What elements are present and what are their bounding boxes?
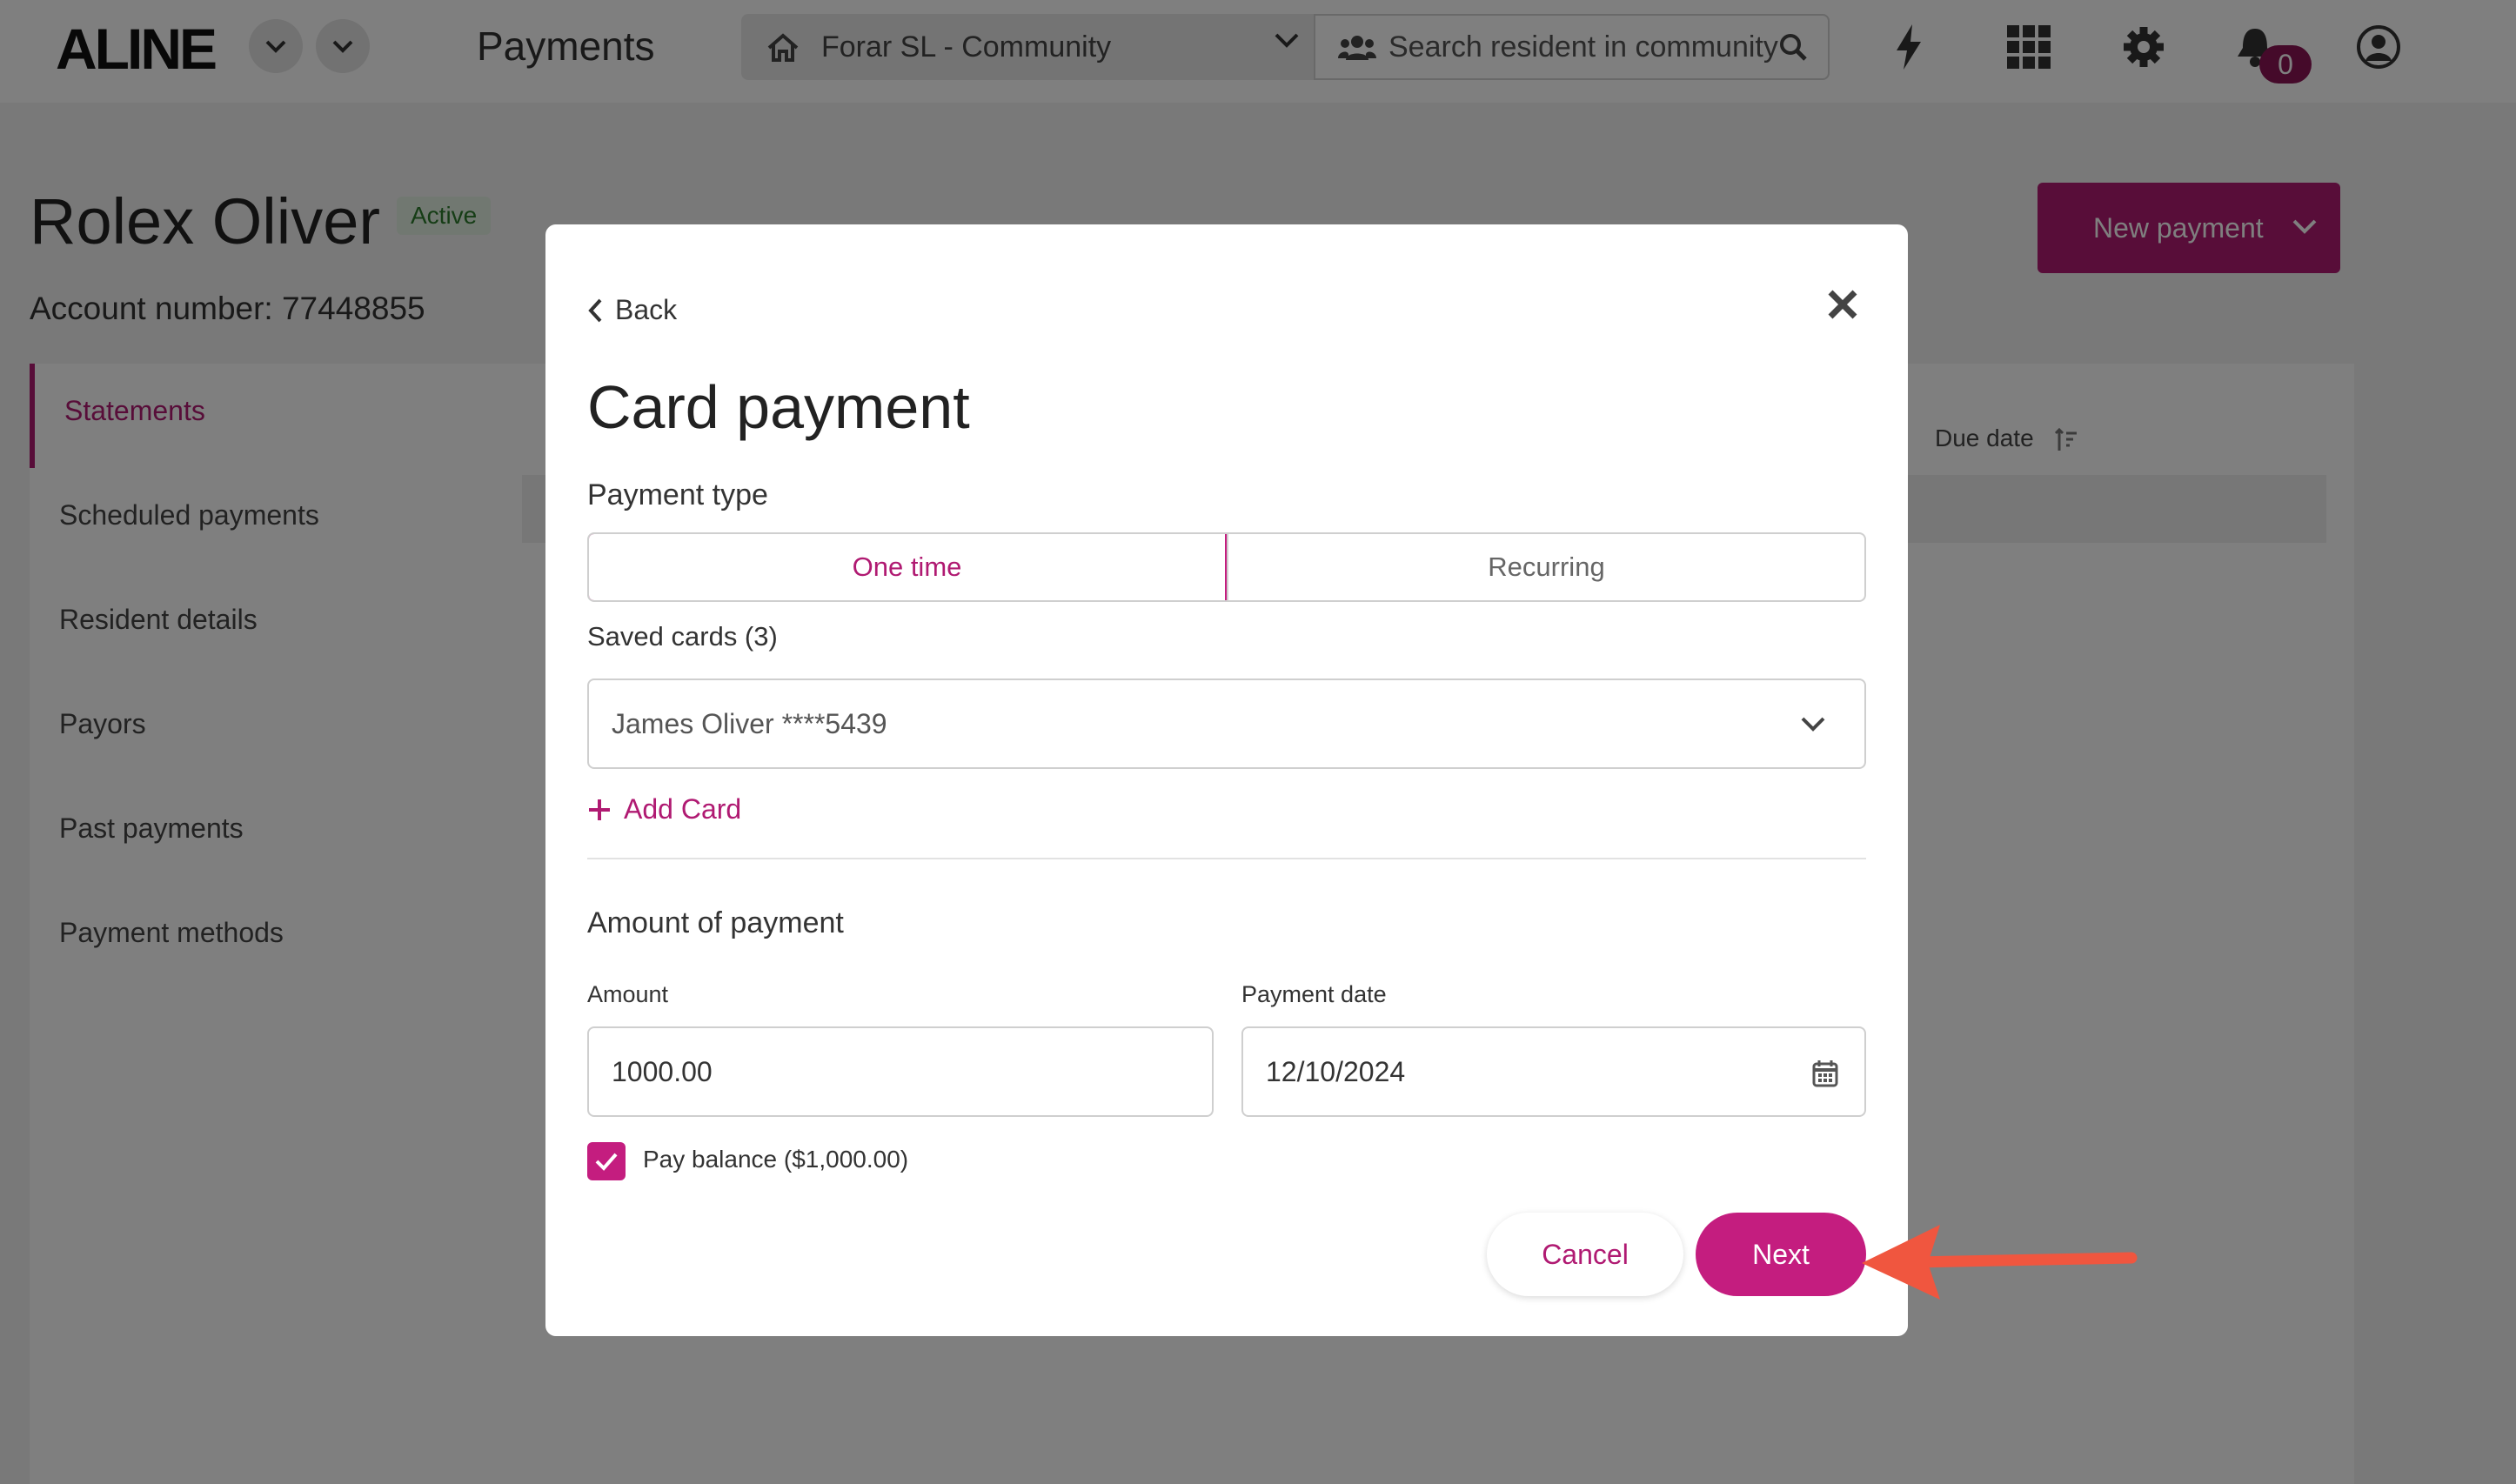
checkmark-icon [595,1153,618,1171]
amount-label: Amount [587,981,669,1007]
card-payment-modal: Back Card payment Payment type One time … [545,224,1908,1336]
amount-input[interactable]: 1000.00 [587,1026,1214,1117]
close-icon [1828,290,1857,319]
next-button[interactable]: Next [1696,1213,1866,1296]
tab-recurring[interactable]: Recurring [1227,534,1864,600]
amount-section-title: Amount of payment [587,906,844,939]
annotation-arrow-icon [1862,1225,2138,1300]
calendar-icon[interactable] [1812,1060,1838,1087]
amount-value: 1000.00 [612,1055,713,1087]
plus-icon [589,799,610,820]
chevron-left-icon [588,298,602,322]
payment-date-label: Payment date [1241,981,1387,1007]
close-button[interactable] [1822,284,1864,325]
selected-card-value: James Oliver ****5439 [612,707,887,739]
payment-type-label: Payment type [587,478,768,511]
payment-date-input[interactable]: 12/10/2024 [1241,1026,1866,1117]
modal-title: Card payment [587,373,970,441]
chevron-down-icon [1801,717,1825,732]
add-card-button[interactable]: Add Card [587,793,741,826]
saved-card-select[interactable]: James Oliver ****5439 [587,678,1866,769]
back-label: Back [615,294,678,325]
payment-date-value: 12/10/2024 [1266,1055,1406,1087]
pay-balance-checkbox[interactable] [587,1142,626,1180]
add-card-label: Add Card [624,793,742,825]
cancel-button[interactable]: Cancel [1487,1213,1683,1296]
back-link[interactable]: Back [587,294,677,326]
pay-balance-label: Pay balance ($1,000.00) [643,1146,909,1173]
tab-one-time[interactable]: One time [589,534,1227,600]
saved-cards-label: Saved cards (3) [587,621,778,652]
divider [587,858,1866,859]
payment-type-toggle: One time Recurring [587,532,1866,602]
